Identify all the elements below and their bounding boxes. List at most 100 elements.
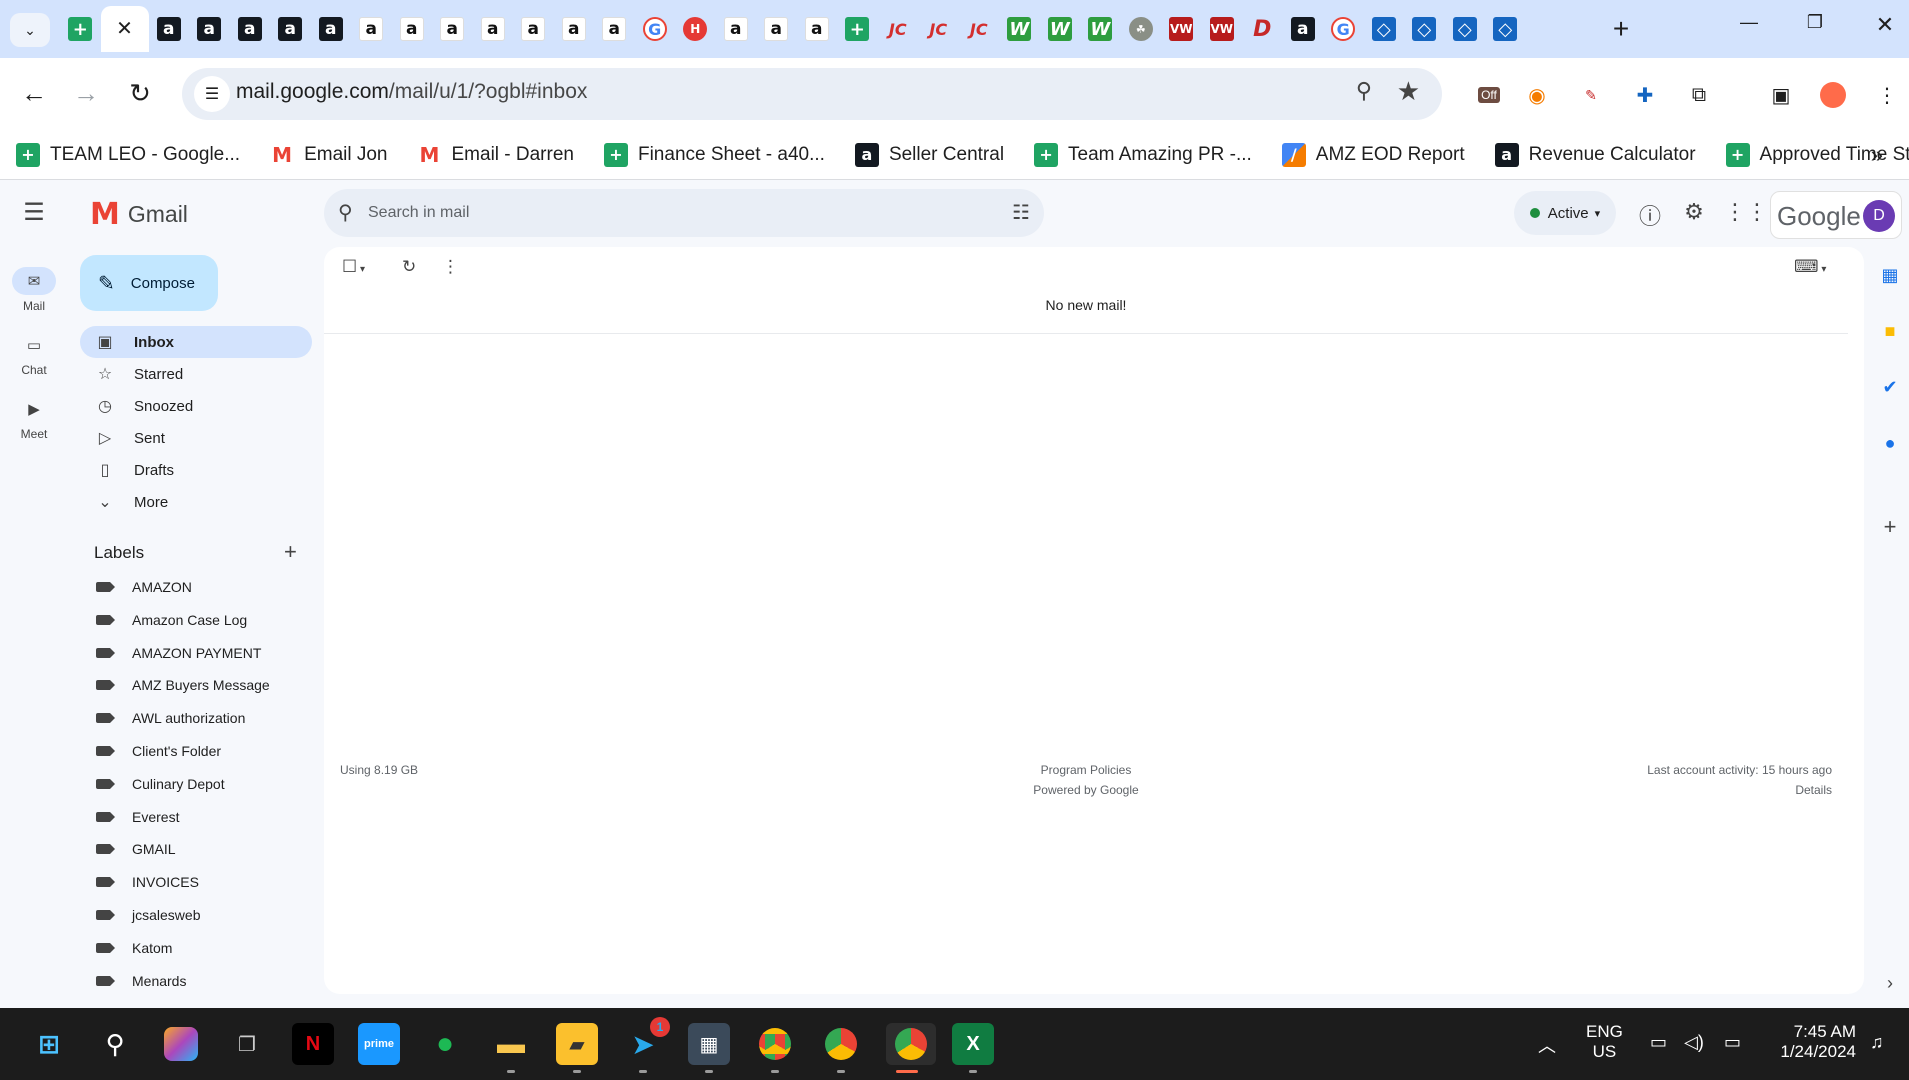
browser-tab[interactable]: a: [432, 6, 473, 52]
url-text[interactable]: mail.google.com/mail/u/1/?ogbl#inbox: [236, 80, 587, 104]
browser-tab[interactable]: a: [594, 6, 635, 52]
rail-chat[interactable]: ▭ Chat: [10, 331, 58, 377]
browser-tab[interactable]: JC: [959, 6, 1000, 52]
minimize-button[interactable]: —: [1726, 12, 1772, 33]
settings-gear-icon[interactable]: ⚙: [1680, 199, 1708, 225]
puzzle-blue-extension-icon[interactable]: ✚: [1630, 80, 1660, 110]
close-tab-icon[interactable]: ✕: [116, 19, 133, 39]
notifications-bell-icon[interactable]: ♫: [1870, 1032, 1884, 1053]
browser-tab[interactable]: G: [635, 6, 676, 52]
tasks-icon[interactable]: ✔: [1876, 373, 1904, 401]
search-input[interactable]: Search in mail: [368, 204, 469, 222]
browser-tab[interactable]: ◇: [1485, 6, 1526, 52]
avatar[interactable]: D: [1863, 200, 1895, 232]
calculator-icon[interactable]: ▦: [688, 1023, 730, 1073]
show-hidden-icons-icon[interactable]: ︿: [1538, 1032, 1556, 1058]
label-item[interactable]: AMAZON: [96, 575, 192, 599]
nav-sent[interactable]: ▷ Sent: [80, 422, 312, 454]
label-item[interactable]: Katom: [96, 936, 172, 960]
input-tools-icon[interactable]: ⌨ ▾: [1794, 257, 1826, 277]
browser-tab[interactable]: JC: [878, 6, 919, 52]
sticky-notes-icon[interactable]: ▰: [556, 1023, 598, 1073]
file-explorer-icon[interactable]: ▬: [490, 1023, 532, 1073]
label-item[interactable]: AWL authorization: [96, 706, 245, 730]
browser-tab[interactable]: a: [392, 6, 433, 52]
address-bar[interactable]: ☰ mail.google.com/mail/u/1/?ogbl#inbox ⚲…: [182, 68, 1442, 120]
nav-inbox[interactable]: ▣ Inbox: [80, 326, 312, 358]
browser-tab[interactable]: W: [1040, 6, 1081, 52]
browser-tab[interactable]: a: [311, 6, 352, 52]
mail-search-box[interactable]: ⚲ Search in mail ☷: [324, 189, 1044, 237]
bookmark-item[interactable]: + Finance Sheet - a40...: [603, 142, 825, 167]
label-item[interactable]: AMAZON PAYMENT: [96, 641, 261, 665]
compose-button[interactable]: ✎ Compose: [80, 255, 218, 311]
excel-icon[interactable]: X: [952, 1023, 994, 1073]
new-tab-button[interactable]: +: [1604, 13, 1638, 45]
browser-tab[interactable]: W: [999, 6, 1040, 52]
browser-tab[interactable]: ◇: [1404, 6, 1445, 52]
browser-tab[interactable]: H: [675, 6, 716, 52]
task-view-icon[interactable]: ❐: [226, 1023, 268, 1065]
windows-start-icon[interactable]: ⊞: [28, 1023, 70, 1065]
browser-tab[interactable]: D: [1242, 6, 1283, 52]
browser-tab[interactable]: G: [1323, 6, 1364, 52]
label-item[interactable]: Amazon Case Log: [96, 608, 247, 632]
search-icon[interactable]: ⚲: [338, 200, 353, 225]
extension-off-icon[interactable]: Off: [1472, 80, 1506, 110]
battery-icon[interactable]: ▭: [1724, 1032, 1741, 1053]
browser-tab[interactable]: a: [513, 6, 554, 52]
label-item[interactable]: Culinary Depot: [96, 772, 225, 796]
calendar-icon[interactable]: ▦: [1876, 261, 1904, 289]
bookmark-item[interactable]: a Seller Central: [854, 142, 1004, 167]
reload-button[interactable]: ↻: [122, 78, 158, 109]
firefox-like-extension-icon[interactable]: ◉: [1522, 80, 1552, 110]
bookmark-item[interactable]: + TEAM LEO - Google...: [16, 142, 240, 167]
label-item[interactable]: GMAIL: [96, 837, 176, 861]
zoom-icon[interactable]: ⚲: [1356, 78, 1372, 104]
nav-drafts[interactable]: ▯ Drafts: [80, 454, 312, 486]
clock[interactable]: 7:45 AM 1/24/2024: [1772, 1022, 1856, 1062]
bookmark-star-icon[interactable]: ★: [1397, 76, 1420, 107]
more-actions-icon[interactable]: ⋮: [442, 257, 459, 277]
browser-tab[interactable]: JC: [918, 6, 959, 52]
browser-tab[interactable]: a: [351, 6, 392, 52]
spotify-icon[interactable]: ●: [424, 1023, 466, 1065]
get-addons-icon[interactable]: +: [1876, 513, 1904, 541]
browser-tab[interactable]: a: [230, 6, 271, 52]
nav-more[interactable]: ⌄ More: [80, 486, 312, 518]
browser-tab[interactable]: W: [1080, 6, 1121, 52]
browser-tab[interactable]: a: [149, 6, 190, 52]
bookmark-item[interactable]: + Team Amazing PR -...: [1034, 142, 1252, 167]
show-side-panel-icon[interactable]: ›: [1876, 969, 1904, 997]
browser-tab[interactable]: ◇: [1445, 6, 1486, 52]
restore-button[interactable]: ❐: [1792, 12, 1838, 33]
browser-tab[interactable]: a: [189, 6, 230, 52]
browser-tab[interactable]: VW: [1202, 6, 1243, 52]
browser-tab[interactable]: +: [837, 6, 878, 52]
search-options-icon[interactable]: ☷: [1012, 200, 1030, 225]
gmail-logo[interactable]: M Gmail: [90, 197, 188, 232]
bookmark-item[interactable]: M Email Jon: [270, 143, 387, 167]
refresh-button[interactable]: ↻: [402, 257, 416, 277]
extensions-puzzle-icon[interactable]: ⧉: [1684, 80, 1714, 110]
side-panel-icon[interactable]: ▣: [1766, 80, 1796, 110]
chrome-profile-2-icon[interactable]: [820, 1023, 862, 1073]
browser-tab[interactable]: VW: [1161, 6, 1202, 52]
chrome-icon[interactable]: [754, 1023, 796, 1073]
forward-button[interactable]: →: [68, 78, 104, 109]
add-label-button[interactable]: +: [284, 539, 297, 565]
label-item[interactable]: Everest: [96, 805, 179, 829]
rail-meet[interactable]: ▶ Meet: [10, 395, 58, 441]
nav-snoozed[interactable]: ◷ Snoozed: [80, 390, 312, 422]
telegram-icon[interactable]: ➤ 1: [622, 1017, 670, 1073]
browser-tab[interactable]: ☘: [1121, 6, 1162, 52]
label-item[interactable]: AMZ Buyers Message: [96, 673, 270, 697]
main-menu-icon[interactable]: ☰: [20, 198, 48, 227]
browser-tab[interactable]: a: [554, 6, 595, 52]
label-item[interactable]: Menards: [96, 969, 186, 993]
apps-grid-icon[interactable]: ⋮⋮: [1724, 199, 1768, 225]
profile-icon[interactable]: [1818, 80, 1848, 110]
back-button[interactable]: ←: [16, 78, 52, 109]
search-icon[interactable]: ⚲: [94, 1023, 136, 1065]
contacts-icon[interactable]: ●: [1876, 429, 1904, 457]
